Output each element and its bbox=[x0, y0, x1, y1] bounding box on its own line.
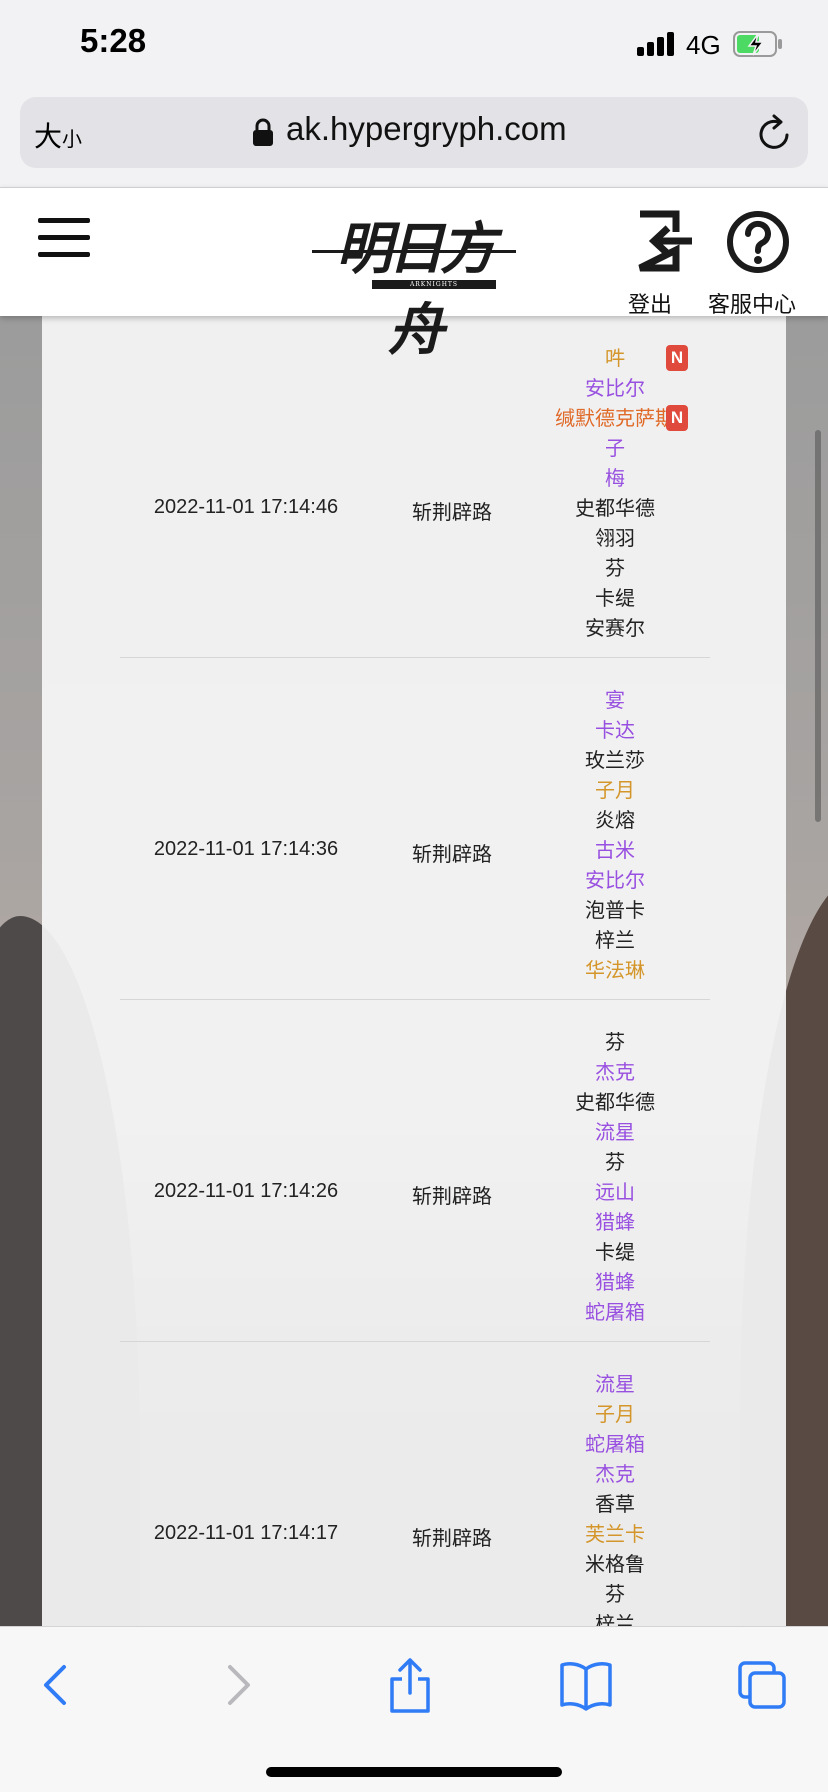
logout-icon bbox=[638, 210, 692, 272]
character-name: 史都华德 bbox=[575, 1090, 655, 1114]
logo-subtext: ARKNIGHTS bbox=[409, 281, 459, 288]
site-header: 明日方舟 ARKNIGHTS 登出 客服中心 bbox=[0, 188, 828, 363]
help-question-icon bbox=[727, 211, 789, 273]
browser-toolbar bbox=[0, 1626, 828, 1792]
character-name: 翎羽 bbox=[595, 526, 635, 550]
back-icon[interactable] bbox=[28, 1655, 88, 1715]
gacha-history-card: 2022-11-01 17:14:46 斩荆辟路吽 N 安比尔 缄默德克萨斯 N 子梅史都华… bbox=[42, 316, 786, 1626]
character-name: 华法琳 bbox=[585, 958, 645, 982]
signal-strength-icon bbox=[637, 32, 675, 56]
character-name: 芬 bbox=[605, 1030, 625, 1054]
character-name: 梓兰 bbox=[595, 1612, 635, 1626]
character-name: 梅 bbox=[605, 466, 625, 490]
character-name: 芬 bbox=[605, 1582, 625, 1606]
character-name: 子月 bbox=[595, 778, 635, 802]
character-name: 安比尔 bbox=[585, 868, 645, 892]
character-name: 流星 bbox=[595, 1120, 635, 1144]
character-name: 米格鲁 bbox=[585, 1552, 645, 1576]
character-name: 流星 bbox=[595, 1372, 635, 1396]
record-time: 2022-11-01 17:14:17 bbox=[153, 1522, 339, 1544]
record-pool-name: 斩荆辟路 bbox=[412, 500, 492, 524]
arknights-logo[interactable]: 明日方舟 ARKNIGHTS bbox=[312, 198, 516, 363]
character-name: 安比尔 bbox=[585, 376, 645, 400]
hamburger-menu-icon[interactable] bbox=[38, 218, 90, 258]
bookmarks-icon[interactable] bbox=[556, 1655, 616, 1715]
logout-label: 登出 bbox=[628, 293, 673, 318]
record-time: 2022-11-01 17:14:26 bbox=[153, 1180, 339, 1202]
network-type: 4G bbox=[686, 30, 721, 60]
character-name: 蛇屠箱 bbox=[585, 1300, 645, 1324]
header-divider bbox=[0, 187, 828, 188]
character-name: 泡普卡 bbox=[585, 898, 645, 922]
record-row: 2022-11-01 17:14:46 斩荆辟路吽 N 安比尔 缄默德克萨斯 N 子梅史都华… bbox=[42, 316, 786, 658]
character-name: 炎熔 bbox=[595, 808, 635, 832]
character-name: 子月 bbox=[595, 1402, 635, 1426]
share-icon[interactable] bbox=[380, 1655, 440, 1715]
character-name: 梓兰 bbox=[595, 928, 635, 952]
customer-service-button[interactable]: 客服中心 bbox=[708, 210, 808, 318]
forward-icon[interactable] bbox=[206, 1655, 266, 1715]
character-name: 远山 bbox=[595, 1180, 635, 1204]
text-size-small-label: 小 bbox=[62, 127, 83, 151]
character-name: 古米 bbox=[595, 838, 635, 862]
record-row: 2022-11-01 17:14:36 斩荆辟路 宴卡达玫兰莎子月炎熔古米安比尔泡普… bbox=[42, 658, 786, 1000]
character-name: 玫兰莎 bbox=[585, 748, 645, 772]
lock-icon bbox=[253, 118, 273, 146]
url-text[interactable]: ak.hypergryph.com bbox=[286, 110, 567, 148]
character-name: 猎蜂 bbox=[595, 1270, 635, 1294]
home-indicator bbox=[266, 1767, 562, 1777]
record-pool-name: 斩荆辟路 bbox=[412, 1526, 492, 1550]
character-name: 子 bbox=[605, 436, 625, 460]
character-name: 卡缇 bbox=[595, 586, 635, 610]
new-badge: N bbox=[666, 345, 688, 371]
address-bar[interactable]: 大小 ak.hypergryph.com bbox=[20, 97, 808, 168]
character-name: 宴 bbox=[605, 688, 625, 712]
record-time: 2022-11-01 17:14:46 bbox=[153, 496, 339, 518]
record-row: 2022-11-01 17:14:17 斩荆辟路 流星子月蛇屠箱杰克香草芙兰卡米格鲁… bbox=[42, 1342, 786, 1626]
status-bar: 5:28 4G bbox=[0, 0, 828, 92]
new-badge: N bbox=[666, 405, 688, 431]
tabs-icon[interactable] bbox=[732, 1655, 792, 1715]
character-name: 芬 bbox=[605, 556, 625, 580]
character-name: 芬 bbox=[605, 1150, 625, 1174]
record-row: 2022-11-01 17:14:26 斩荆辟路芬杰克 史都华德 流星芬远山 猎蜂 卡缇猎… bbox=[42, 1000, 786, 1342]
character-name: 芙兰卡 bbox=[585, 1522, 645, 1546]
character-name: 卡达 bbox=[595, 718, 635, 742]
record-pool-name: 斩荆辟路 bbox=[412, 842, 492, 866]
character-name: 杰克 bbox=[595, 1462, 635, 1486]
text-size-big-label: 大 bbox=[34, 120, 63, 153]
record-time: 2022-11-01 17:14:36 bbox=[153, 838, 339, 860]
character-name: 史都华德 bbox=[575, 496, 655, 520]
character-name: 猎蜂 bbox=[595, 1210, 635, 1234]
logout-button[interactable]: 登出 bbox=[628, 210, 698, 318]
character-name: 蛇屠箱 bbox=[585, 1432, 645, 1456]
character-name: 香草 bbox=[595, 1492, 635, 1516]
character-name: 杰克 bbox=[595, 1060, 635, 1084]
status-time: 5:28 bbox=[80, 22, 147, 59]
reload-icon[interactable] bbox=[756, 113, 794, 153]
record-pool-name: 斩荆辟路 bbox=[412, 1184, 492, 1208]
scrollbar[interactable] bbox=[815, 430, 821, 822]
battery-charging-icon bbox=[733, 31, 782, 57]
customer-service-label: 客服中心 bbox=[708, 293, 797, 318]
character-name: 安赛尔 bbox=[585, 616, 645, 640]
text-size-button[interactable]: 大小 bbox=[34, 115, 82, 155]
character-name: 卡缇 bbox=[595, 1240, 635, 1264]
